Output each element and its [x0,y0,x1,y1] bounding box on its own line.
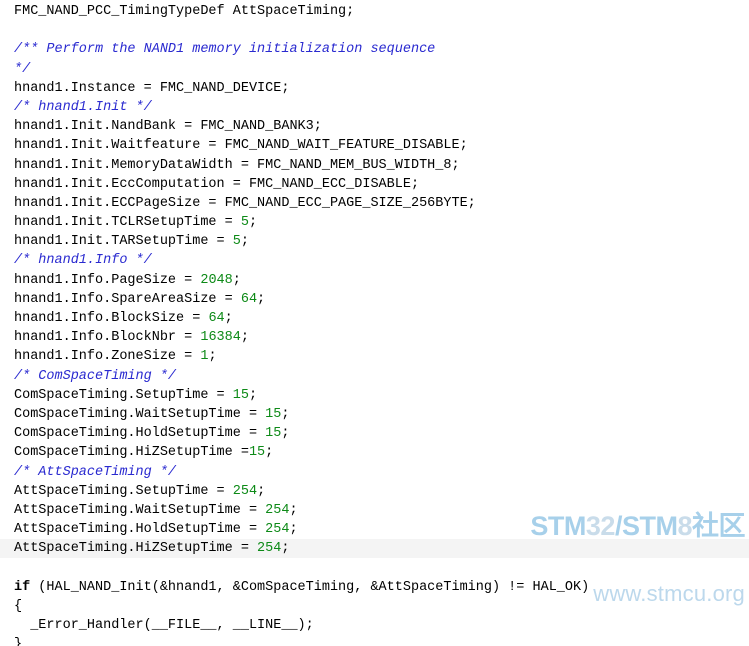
code-comment: /* hnand1.Init */ [14,99,152,115]
code-text: ComSpaceTiming.HiZSetupTime = [14,445,249,461]
code-text: ; [289,502,298,518]
code-line[interactable] [0,558,749,577]
code-text: (HAL_NAND_Init(&hnand1, &ComSpaceTiming,… [30,579,590,595]
code-text: ; [240,234,249,250]
code-number: 5 [240,215,249,231]
code-text: ; [240,330,249,346]
code-line[interactable]: /* ComSpaceTiming */ [0,367,749,386]
code-line[interactable]: FMC_NAND_PCC_TimingTypeDef AttSpaceTimin… [0,2,749,21]
code-line[interactable]: hnand1.Init.ECCPageSize = FMC_NAND_ECC_P… [0,194,749,213]
code-number: 15 [248,445,266,461]
code-number: 254 [265,522,290,538]
code-line[interactable]: /* hnand1.Info */ [0,251,749,270]
code-line[interactable]: */ [0,60,749,79]
code-text: hnand1.Info.PageSize = [14,272,201,288]
code-text: ; [281,541,290,557]
code-text: hnand1.Init.Waitfeature = FMC_NAND_WAIT_… [14,138,468,154]
code-text: hnand1.Info.ZoneSize = [14,349,201,365]
code-text: hnand1.Init.ECCPageSize = FMC_NAND_ECC_P… [14,195,476,211]
code-line[interactable]: ComSpaceTiming.SetupTime = 15; [0,386,749,405]
code-text: AttSpaceTiming.WaitSetupTime = [14,502,266,518]
code-text: hnand1.Init.TARSetupTime = [14,234,233,250]
code-text: _Error_Handler(__FILE__, __LINE__); [14,618,314,633]
code-text: ; [289,522,298,538]
code-text: AttSpaceTiming.HoldSetupTime = [14,522,266,538]
code-number: 2048 [200,272,233,288]
code-line[interactable]: ComSpaceTiming.HiZSetupTime =15; [0,443,749,462]
code-number: 16384 [200,330,241,346]
code-text: ; [248,387,258,403]
code-number: 15 [232,387,249,403]
code-text: FMC_NAND_PCC_TimingTypeDef AttSpaceTimin… [14,4,355,19]
code-content[interactable]: FMC_NAND_PCC_TimingTypeDef AttSpaceTimin… [0,2,749,646]
code-text: ; [257,291,266,307]
code-line[interactable]: AttSpaceTiming.HoldSetupTime = 254; [0,520,749,539]
code-line[interactable]: hnand1.Info.BlockSize = 64; [0,309,749,328]
code-line[interactable]: AttSpaceTiming.HiZSetupTime = 254; [0,539,749,559]
code-text: hnand1.Info.BlockNbr = [14,330,201,346]
code-line[interactable]: { [0,597,749,616]
code-line[interactable]: } [0,635,749,646]
code-text: hnand1.Instance = FMC_NAND_DEVICE; [14,80,290,96]
code-text: ; [281,406,290,422]
code-text: hnand1.Init.TCLRSetupTime = [14,215,241,231]
code-number: 254 [232,483,258,499]
code-text: } [14,637,23,646]
code-text: ComSpaceTiming.SetupTime = [14,387,233,403]
code-line[interactable]: hnand1.Info.BlockNbr = 16384; [0,328,749,347]
code-line[interactable]: hnand1.Info.ZoneSize = 1; [0,347,749,366]
code-line[interactable]: hnand1.Init.EccComputation = FMC_NAND_EC… [0,175,749,194]
code-comment: /** Perform the NAND1 memory initializat… [14,42,436,58]
code-line[interactable]: /** Perform the NAND1 memory initializat… [0,40,749,59]
code-text: hnand1.Init.MemoryDataWidth = FMC_NAND_M… [14,157,460,173]
code-text: ; [257,483,266,499]
code-line[interactable]: hnand1.Init.MemoryDataWidth = FMC_NAND_M… [0,156,749,175]
code-line[interactable]: hnand1.Init.Waitfeature = FMC_NAND_WAIT_… [0,136,749,155]
code-text: hnand1.Init.NandBank = FMC_NAND_BANK3; [14,119,322,135]
code-comment: /* AttSpaceTiming */ [14,464,177,480]
code-line[interactable]: /* hnand1.Init */ [0,98,749,117]
code-text: ; [248,215,258,231]
code-comment: */ [14,61,31,77]
code-text: hnand1.Init.EccComputation = FMC_NAND_EC… [14,176,420,192]
code-line[interactable]: /* AttSpaceTiming */ [0,463,749,482]
code-number: 5 [232,234,241,250]
code-line[interactable]: hnand1.Init.TARSetupTime = 5; [0,232,749,251]
code-line[interactable] [0,21,749,40]
code-line[interactable]: hnand1.Info.PageSize = 2048; [0,271,749,290]
code-editor-view[interactable]: FMC_NAND_PCC_TimingTypeDef AttSpaceTimin… [0,0,749,646]
code-line[interactable]: hnand1.Info.SpareAreaSize = 64; [0,290,749,309]
code-text: ; [208,349,217,365]
code-line[interactable]: ComSpaceTiming.HoldSetupTime = 15; [0,424,749,443]
code-line[interactable]: _Error_Handler(__FILE__, __LINE__); [0,616,749,635]
code-keyword: if [14,579,31,595]
code-text: hnand1.Info.SpareAreaSize = [14,291,241,307]
code-line[interactable]: hnand1.Init.TCLRSetupTime = 5; [0,213,749,232]
code-line[interactable]: ComSpaceTiming.WaitSetupTime = 15; [0,405,749,424]
code-comment: /* hnand1.Info */ [14,253,152,269]
code-number: 15 [265,406,282,422]
code-line[interactable]: AttSpaceTiming.SetupTime = 254; [0,482,749,501]
code-text: AttSpaceTiming.SetupTime = [14,483,233,499]
code-text: ; [224,311,233,326]
code-text: { [14,598,23,614]
code-text: ; [281,426,290,442]
code-number: 64 [240,291,258,307]
code-number: 254 [257,541,282,557]
code-text: AttSpaceTiming.HiZSetupTime = [14,541,258,557]
code-line[interactable]: AttSpaceTiming.WaitSetupTime = 254; [0,501,749,520]
code-number: 15 [265,426,282,442]
code-comment: /* ComSpaceTiming */ [14,368,177,384]
code-line[interactable]: if (HAL_NAND_Init(&hnand1, &ComSpaceTimi… [0,578,749,597]
code-number: 64 [208,311,225,326]
code-line[interactable]: hnand1.Init.NandBank = FMC_NAND_BANK3; [0,117,749,136]
code-text: ; [265,445,274,461]
code-line[interactable]: hnand1.Instance = FMC_NAND_DEVICE; [0,79,749,98]
code-text: ComSpaceTiming.HoldSetupTime = [14,426,266,442]
code-number: 254 [265,502,290,518]
code-text: ComSpaceTiming.WaitSetupTime = [14,406,266,422]
code-text: ; [232,272,241,288]
code-text: hnand1.Info.BlockSize = [14,311,209,326]
